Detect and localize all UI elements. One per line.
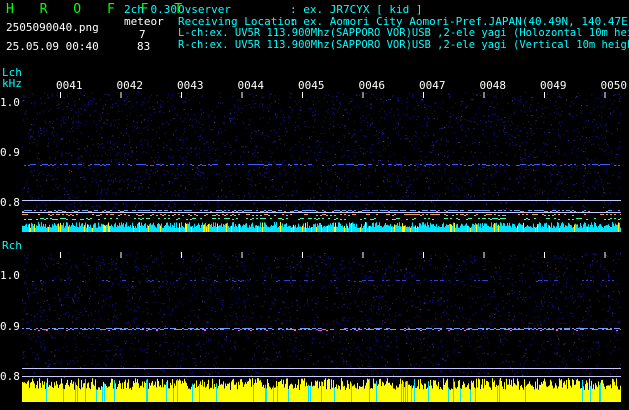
location-label: Receiving Location <box>178 15 298 28</box>
time-tick-0049: 0049 <box>540 79 567 92</box>
observer-value: : ex. JR7CYX [ kid ] <box>290 3 423 16</box>
observer-label: Ovserver <box>178 3 231 16</box>
rch-ytick-0-8: 0.8 <box>0 370 20 383</box>
time-tick-0048: 0048 <box>479 79 507 92</box>
lch-ytick-0-8: 0.8 <box>0 196 20 209</box>
time-tick-0045: 0045 <box>298 79 325 92</box>
datetime: 25.05.09 00:40 <box>6 40 99 53</box>
time-tick-0047: 0047 <box>419 79 446 92</box>
meteor-label: meteor <box>124 15 164 28</box>
lch-info: L-ch:ex. UV5R 113.900Mhz(SAPPORO VOR)USB… <box>178 27 629 39</box>
time-tick-0044: 0044 <box>237 79 265 92</box>
time-tick-0043: 0043 <box>177 79 204 92</box>
lch-spectrogram <box>22 92 621 232</box>
filename: 2505090040.png <box>6 21 99 34</box>
rch-meteor-count: 83 <box>137 40 151 53</box>
time-tick-0046: 0046 <box>358 79 386 92</box>
location-value: : ex. Aomori City Aomori-Pref.JAPAN(40.4… <box>290 15 629 28</box>
rch-ytick-1-0: 1.0 <box>0 269 20 282</box>
rch-label: Rch <box>2 239 22 252</box>
channel-version: 2ch 0.30 <box>124 3 177 16</box>
time-tick-0050: 0050 <box>600 79 628 92</box>
rch-info: R-ch:ex. UV5R 113.900Mhz(SAPPORO VOR)USB… <box>178 39 629 51</box>
lch-meteor-count: 7 <box>139 28 146 41</box>
rch-spectrogram <box>22 252 621 402</box>
lch-ytick-1-0: 1.0 <box>0 96 20 109</box>
lch-ytick-0-9: 0.9 <box>0 146 20 159</box>
time-tick-0042: 0042 <box>116 79 144 92</box>
lch-spectrogram-canvas <box>22 92 621 232</box>
rch-ytick-0-9: 0.9 <box>0 320 20 333</box>
lch-unit: kHz <box>2 77 22 90</box>
rch-spectrogram-canvas <box>22 252 621 402</box>
time-tick-0041: 0041 <box>56 79 83 92</box>
